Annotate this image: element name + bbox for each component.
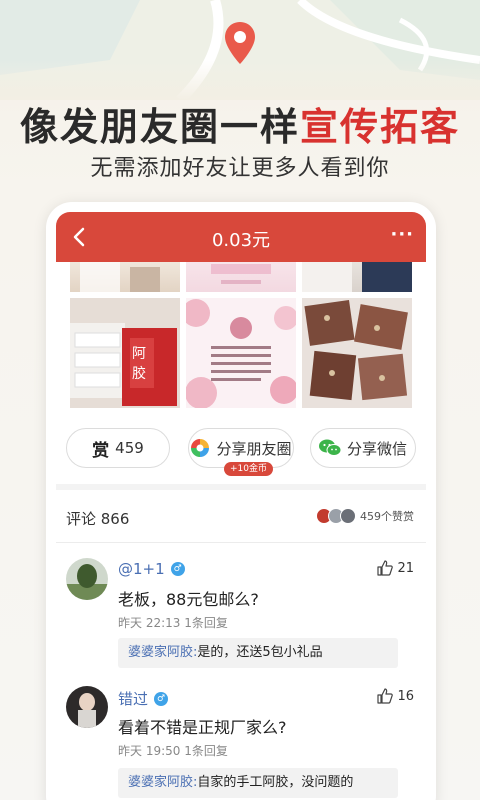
comment-like-button[interactable]: 16: [377, 688, 414, 704]
share-wechat-label: 分享微信: [346, 439, 407, 458]
comment-text: 看着不错是正规厂家么?: [118, 718, 287, 737]
comment-divider: [56, 542, 426, 543]
post-image-5[interactable]: [186, 298, 296, 408]
more-button[interactable]: ···: [390, 224, 414, 245]
comment-user[interactable]: 错过 ♂: [118, 688, 169, 709]
reply-author: 婆婆家阿胶:: [128, 775, 198, 790]
wechat-icon: [318, 439, 341, 456]
comment-like-count: 21: [397, 560, 414, 576]
share-wechat-button[interactable]: 分享微信: [310, 428, 416, 468]
reward-button[interactable]: 赏 459: [66, 428, 170, 468]
thumbs-up-icon: [377, 560, 394, 576]
avatar[interactable]: [66, 558, 108, 600]
reply-author: 婆婆家阿胶:: [128, 645, 198, 660]
comment-reply[interactable]: 婆婆家阿胶:是的，还送5包小礼品: [118, 638, 398, 668]
promo-headline: 像发朋友圈一样宣传拓客: [0, 96, 480, 151]
headline-main: 像发朋友圈一样: [19, 105, 300, 149]
coin-bonus-badge: +10金币: [224, 462, 273, 476]
header-title: 0.03元: [211, 230, 271, 251]
reply-text: 是的，还送5包小礼品: [197, 645, 323, 660]
moments-aperture-icon: [191, 439, 210, 457]
comment-like-count: 16: [397, 688, 414, 704]
share-moments-label: 分享朋友圈: [216, 439, 292, 458]
phone-mockup: 0.03元 ··· 阿 胶 赏 459 分享朋友圈 +10金币 分享微信 评论 …: [46, 202, 436, 800]
image-grid: 阿 胶: [70, 262, 412, 408]
liker-avatars: [316, 508, 356, 524]
svg-text:胶: 胶: [132, 365, 146, 382]
reward-icon: 赏: [92, 440, 110, 461]
headline-highlight: 宣传拓客: [300, 105, 461, 149]
male-gender-icon: ♂: [170, 562, 185, 576]
comment-meta[interactable]: 昨天 22:13 1条回复: [118, 614, 228, 631]
comment-item: 错过 ♂ 16 看着不错是正规厂家么? 昨天 19:50 1条回复 婆婆家阿胶:…: [56, 686, 426, 800]
likes-summary[interactable]: 459个赞赏: [316, 508, 414, 524]
post-image-3[interactable]: [302, 262, 412, 292]
comment-item: @1+1 ♂ 21 老板，88元包邮么? 昨天 22:13 1条回复 婆婆家阿胶…: [56, 558, 426, 668]
comment-text: 老板，88元包邮么?: [118, 590, 259, 609]
liker-avatar: [340, 508, 356, 524]
reply-text: 自家的手工阿胶，没问题的: [197, 775, 354, 790]
comment-reply[interactable]: 婆婆家阿胶:自家的手工阿胶，没问题的: [118, 768, 398, 798]
avatar[interactable]: [66, 686, 108, 728]
male-gender-icon: ♂: [154, 691, 169, 706]
section-divider: [56, 484, 426, 490]
thumbs-up-icon: [377, 688, 394, 704]
comment-user[interactable]: @1+1 ♂: [118, 560, 185, 578]
reward-count: 459: [115, 439, 144, 457]
comment-user-name: @1+1: [118, 560, 165, 578]
post-image-4[interactable]: 阿 胶: [70, 298, 180, 408]
app-header: 0.03元 ···: [56, 212, 426, 262]
comment-user-name: 错过: [118, 690, 149, 708]
post-content: 阿 胶 赏 459 分享朋友圈 +10金币 分享微信 评论 866 459个赞赏…: [56, 262, 426, 800]
comments-count: 评论 866: [66, 510, 130, 528]
comment-meta[interactable]: 昨天 19:50 1条回复: [118, 742, 228, 759]
comment-like-button[interactable]: 21: [377, 560, 414, 576]
likes-summary-label: 459个赞赏: [360, 510, 414, 523]
location-pin-icon: [225, 22, 255, 68]
promo-subline: 无需添加好友让更多人看到你: [90, 156, 390, 181]
svg-text:阿: 阿: [132, 346, 146, 362]
post-image-1[interactable]: [70, 262, 180, 292]
post-image-6[interactable]: [302, 298, 412, 408]
post-image-2[interactable]: [186, 262, 296, 292]
